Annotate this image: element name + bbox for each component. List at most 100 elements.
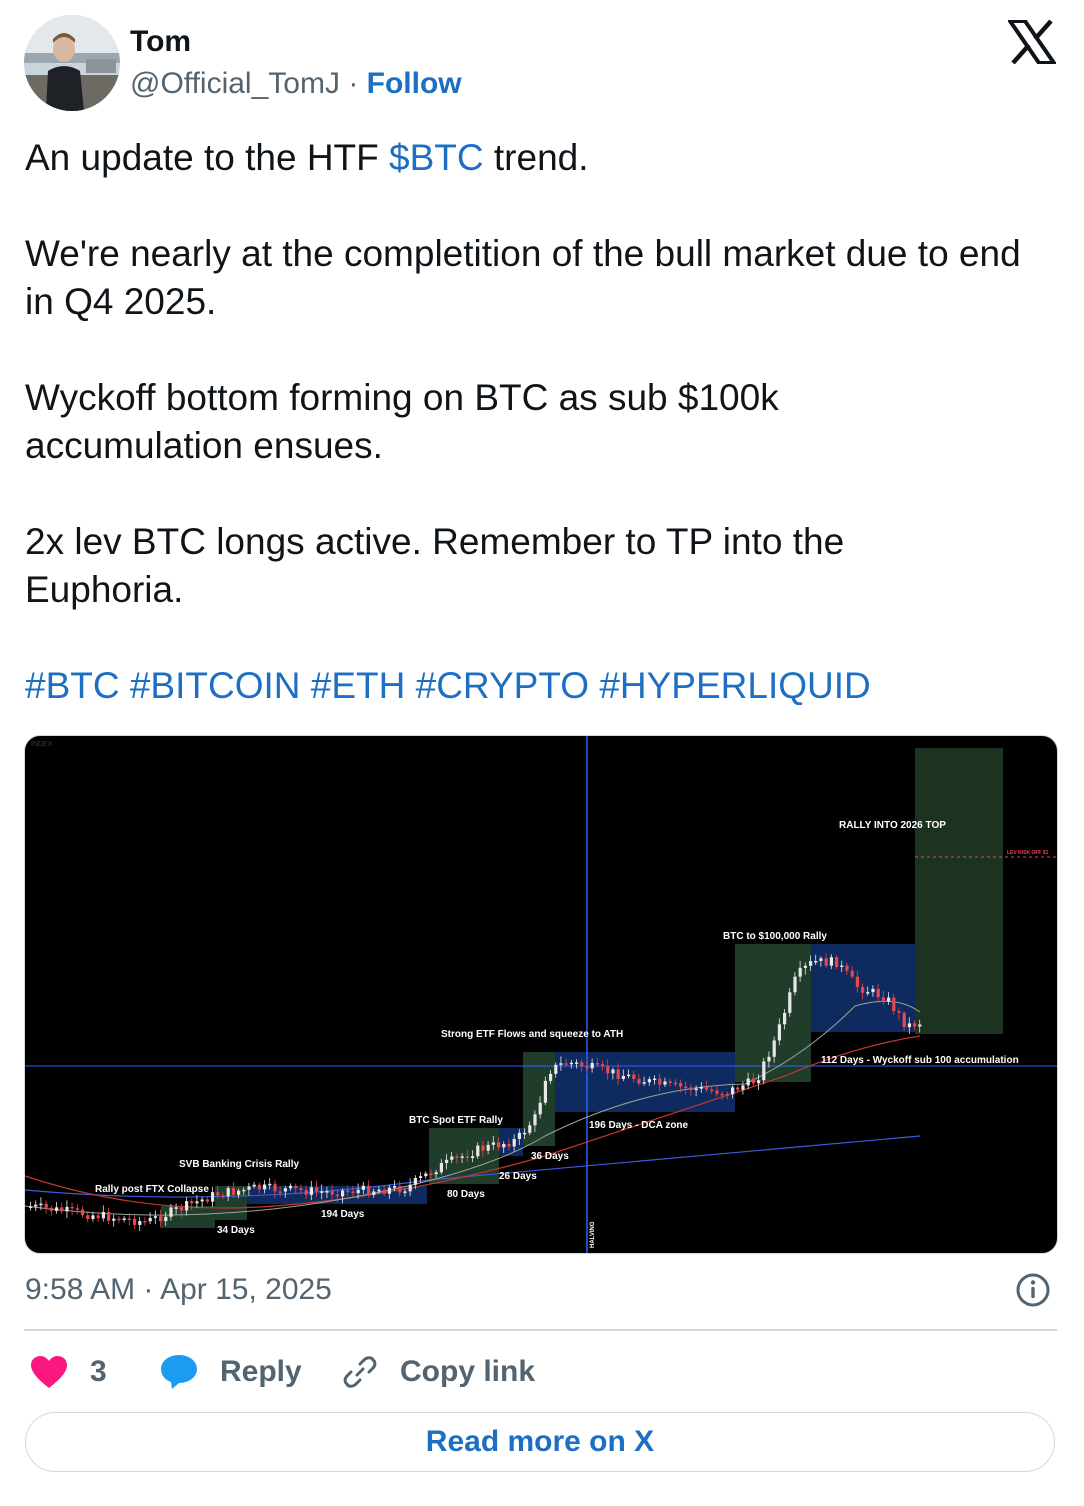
- candle-body: [668, 1081, 672, 1083]
- candle-body: [699, 1087, 703, 1089]
- candle-body: [491, 1142, 495, 1145]
- label-rally-top: RALLY INTO 2026 TOP: [839, 820, 946, 831]
- link-icon: [343, 1356, 377, 1388]
- candle-body: [424, 1173, 428, 1177]
- candle-body: [382, 1189, 386, 1194]
- reply-button[interactable]: Reply: [160, 1352, 302, 1392]
- candle-body: [627, 1074, 631, 1077]
- info-icon[interactable]: [1015, 1272, 1051, 1308]
- candle-body: [824, 958, 828, 966]
- candle-body: [164, 1216, 168, 1222]
- candle-body: [606, 1066, 610, 1074]
- candle-body: [257, 1184, 261, 1190]
- x-logo-icon[interactable]: [1006, 19, 1058, 65]
- label-lev-risk: LEV RISK OFF $1: [1007, 850, 1049, 856]
- label-80-days: 80 Days: [447, 1189, 485, 1200]
- candle-body: [330, 1191, 334, 1195]
- candle-body: [268, 1183, 272, 1186]
- candle-body: [767, 1056, 771, 1062]
- candle-body: [445, 1159, 449, 1164]
- cashtag-link[interactable]: $BTC: [389, 137, 484, 178]
- candle-body: [413, 1177, 417, 1185]
- candle-body: [107, 1212, 111, 1221]
- candle-body: [653, 1078, 657, 1081]
- candle-body: [393, 1185, 397, 1188]
- candle-body: [29, 1206, 33, 1208]
- candle-body: [70, 1206, 74, 1209]
- candle-body: [689, 1087, 693, 1091]
- candle-body: [601, 1064, 605, 1067]
- author-name[interactable]: Tom: [130, 24, 191, 60]
- candle-body: [798, 967, 802, 977]
- candle-body: [632, 1074, 636, 1080]
- candle-body: [195, 1201, 199, 1204]
- candle-body: [86, 1215, 90, 1220]
- candle-body: [523, 1132, 527, 1135]
- candle-body: [772, 1040, 776, 1057]
- candle-body: [320, 1191, 324, 1193]
- tweet-paragraph-3: Wyckoff bottom forming on BTC as sub $10…: [25, 377, 779, 466]
- btc-chart-graphic: INDEX RALLY INTO 2026 TOP LEV RISK OFF $…: [25, 736, 1057, 1253]
- tweet-timestamp[interactable]: 9:58 AM · Apr 15, 2025: [25, 1272, 332, 1308]
- candle-body: [309, 1187, 313, 1195]
- candle-body: [725, 1093, 729, 1096]
- candle-body: [185, 1201, 189, 1211]
- candle-body: [829, 957, 833, 966]
- candle-body: [242, 1189, 246, 1192]
- avatar-photo: [24, 15, 120, 111]
- candle-body: [304, 1189, 308, 1195]
- candle-body: [408, 1184, 412, 1192]
- candle-body: [153, 1216, 157, 1218]
- label-btc-100k: BTC to $100,000 Rally: [723, 931, 827, 942]
- candle-body: [226, 1188, 230, 1197]
- candle-body: [611, 1069, 615, 1074]
- candle-body: [549, 1073, 553, 1081]
- candle-body: [179, 1207, 183, 1211]
- separator-dot: ·: [348, 67, 359, 100]
- candle-body: [642, 1082, 646, 1084]
- candle-body: [122, 1218, 126, 1221]
- candle-body: [289, 1185, 293, 1189]
- candle-body: [377, 1189, 381, 1192]
- candle-body: [658, 1078, 662, 1085]
- candle-body: [559, 1063, 563, 1065]
- candle-body: [299, 1188, 303, 1190]
- candle-body: [741, 1085, 745, 1090]
- candle-body: [439, 1163, 443, 1173]
- candle-body: [538, 1102, 542, 1115]
- like-button[interactable]: 3: [30, 1352, 107, 1392]
- candle-body: [871, 988, 875, 993]
- author-handle[interactable]: @Official_TomJ: [130, 67, 340, 100]
- candle-body: [398, 1185, 402, 1193]
- label-194-days: 194 Days: [321, 1209, 365, 1220]
- candle-body: [356, 1189, 360, 1194]
- candle-body: [346, 1190, 350, 1193]
- copy-link-button[interactable]: Copy link: [342, 1352, 535, 1392]
- label-34-days: 34 Days: [217, 1225, 255, 1236]
- candle-body: [283, 1188, 287, 1192]
- read-more-button[interactable]: Read more on X: [25, 1412, 1055, 1472]
- candle-body: [403, 1191, 407, 1193]
- hashtags[interactable]: #BTC #BITCOIN #ETH #CRYPTO #HYPERLIQUID: [25, 662, 1059, 710]
- candle-body: [881, 997, 885, 1002]
- candle-body: [861, 986, 865, 993]
- candle-body: [585, 1066, 589, 1069]
- candle-body: [91, 1215, 95, 1220]
- chart-image[interactable]: INDEX RALLY INTO 2026 TOP LEV RISK OFF $…: [24, 735, 1058, 1254]
- candle-body: [315, 1187, 319, 1192]
- candle-body: [429, 1173, 433, 1176]
- candle-body: [554, 1064, 558, 1074]
- candle-body: [845, 965, 849, 971]
- candle-body: [81, 1209, 85, 1216]
- candle-body: [777, 1024, 781, 1041]
- candle-body: [96, 1215, 100, 1219]
- candle-body: [575, 1062, 579, 1064]
- candle-body: [528, 1125, 532, 1133]
- candle-body: [55, 1207, 59, 1211]
- avatar[interactable]: [24, 15, 120, 111]
- candle-body: [65, 1206, 69, 1212]
- follow-button[interactable]: Follow: [367, 67, 462, 100]
- speech-bubble-icon: [161, 1355, 197, 1389]
- candle-body: [907, 1023, 911, 1028]
- candle-body: [621, 1075, 625, 1079]
